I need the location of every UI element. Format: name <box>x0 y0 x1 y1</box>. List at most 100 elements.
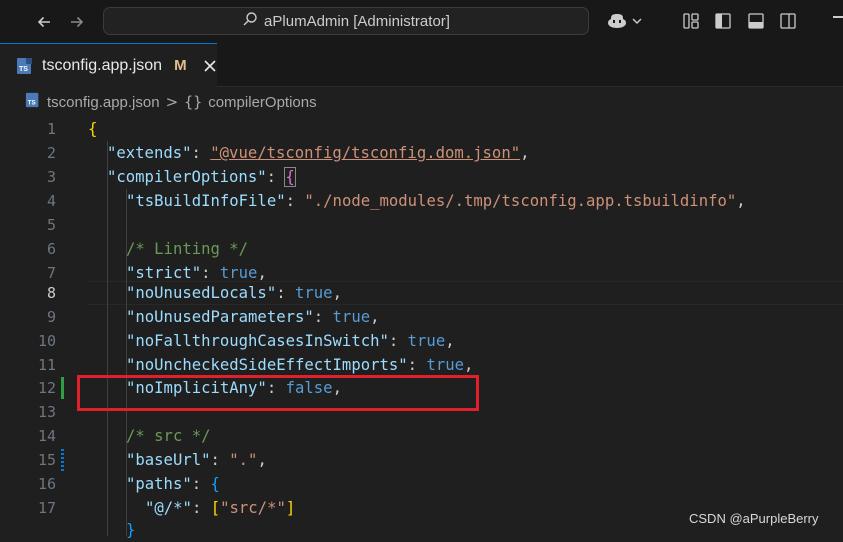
modified-indicator: M <box>174 57 187 74</box>
token-boolean: true <box>332 308 371 326</box>
token-key: "noUnusedLocals" <box>126 284 277 302</box>
token-brace: { <box>210 475 220 493</box>
code-line: "extends": "@vue/tsconfig/tsconfig.dom.j… <box>107 141 529 165</box>
token-key: "noFallthroughCasesInSwitch" <box>126 332 389 350</box>
token-key: "tsBuildInfoFile" <box>126 192 286 210</box>
line-number-gutter: 1 2 3 4 5 6 7 8 9 10 11 12 13 14 15 16 1… <box>0 117 64 536</box>
customize-layout-icon[interactable] <box>678 8 704 34</box>
token-key: "compilerOptions" <box>107 168 267 186</box>
git-added-marker[interactable] <box>61 377 64 399</box>
code-line: "noUnusedParameters": true, <box>126 305 380 329</box>
token-colon: : <box>388 332 408 350</box>
line-number: 9 <box>46 308 56 326</box>
line-number: 2 <box>46 144 56 162</box>
toggle-secondary-sidebar-icon[interactable] <box>775 8 801 34</box>
line-number: 14 <box>37 427 56 445</box>
token-bracket: ] <box>285 499 296 517</box>
token-comma: , <box>332 284 342 302</box>
token-colon: : <box>313 308 333 326</box>
indent-guide <box>107 141 108 536</box>
token-comma: , <box>464 356 474 374</box>
token-boolean: true <box>219 264 258 282</box>
token-colon: : <box>201 264 220 282</box>
token-colon: : <box>266 168 286 186</box>
code-line: /* src */ <box>126 424 211 448</box>
token-link-string[interactable]: "@vue/tsconfig/tsconfig.dom.json" <box>210 144 520 162</box>
command-center-search[interactable]: aPlumAdmin [Administrator] <box>103 7 589 35</box>
token-comma: , <box>520 144 530 162</box>
breadcrumb: TS tsconfig.app.json > {} compilerOption… <box>0 87 843 117</box>
token-key: "strict" <box>126 264 202 282</box>
arrow-left-icon[interactable] <box>30 8 58 36</box>
copilot-icon[interactable] <box>604 8 630 34</box>
code-line: "compilerOptions": { <box>107 165 296 189</box>
token-bracket: [ <box>210 499 221 517</box>
code-line: "@/*": ["src/*"] <box>145 496 295 520</box>
token-colon: : <box>191 144 211 162</box>
code-line: } <box>126 518 135 542</box>
code-line: /* Linting */ <box>126 237 248 261</box>
token-key: "noUnusedParameters" <box>126 308 314 326</box>
code-editor[interactable]: 1 2 3 4 5 6 7 8 9 10 11 12 13 14 15 16 1… <box>0 117 843 539</box>
line-number: 3 <box>46 168 56 186</box>
token-comma: , <box>257 451 267 469</box>
watermark: CSDN @aPurpleBerry <box>689 511 819 526</box>
token-brace: { <box>284 167 296 187</box>
token-colon: : <box>285 192 305 210</box>
toggle-primary-sidebar-icon[interactable] <box>710 8 736 34</box>
title-bar: aPlumAdmin [Administrator] <box>0 0 843 43</box>
line-number: 15 <box>37 451 56 469</box>
token-colon: : <box>276 284 295 302</box>
line-number: 4 <box>46 192 56 210</box>
token-comma: , <box>370 308 380 326</box>
token-comma: , <box>257 264 267 282</box>
copilot-menu[interactable] <box>604 8 644 34</box>
token-comment: /* Linting */ <box>126 240 249 258</box>
token-key: "extends" <box>107 144 192 162</box>
code-line: "noUnusedLocals": true, <box>126 281 342 305</box>
token-colon: : <box>407 356 427 374</box>
code-line: { <box>88 117 97 141</box>
token-string: "." <box>229 451 258 469</box>
token-brace: { <box>88 120 98 138</box>
token-comment: /* src */ <box>126 427 211 445</box>
token-colon: : <box>210 451 230 469</box>
ts-config-file-icon: TS <box>16 57 34 75</box>
line-number: 5 <box>46 216 56 234</box>
code-line: "paths": { <box>126 472 220 496</box>
token-boolean: true <box>295 284 333 302</box>
ts-config-file-icon: TS <box>25 92 41 112</box>
arrow-right-icon[interactable] <box>63 8 91 36</box>
chevron-down-icon[interactable] <box>630 8 644 34</box>
token-brace: } <box>126 521 136 539</box>
token-colon: : <box>191 475 211 493</box>
annotation-highlight-box <box>77 375 479 411</box>
chevron-right-icon: > <box>165 93 179 111</box>
line-number: 16 <box>37 475 56 493</box>
line-number: 10 <box>37 332 56 350</box>
editor-tab-bar: TS tsconfig.app.json M <box>0 43 843 87</box>
search-icon <box>242 11 258 31</box>
close-icon[interactable] <box>203 56 217 76</box>
tab-tsconfig-app-json[interactable]: TS tsconfig.app.json M <box>0 43 217 87</box>
token-key: "@/*" <box>145 499 192 517</box>
svg-text:TS: TS <box>19 66 28 73</box>
breadcrumb-symbol[interactable]: compilerOptions <box>208 94 316 111</box>
token-boolean: true <box>407 332 446 350</box>
breadcrumb-file[interactable]: tsconfig.app.json <box>47 94 160 111</box>
object-symbol-icon: {} <box>184 93 203 111</box>
git-modified-marker[interactable] <box>61 449 64 471</box>
token-comma: , <box>736 192 746 210</box>
token-colon: : <box>191 499 211 517</box>
line-number: 11 <box>37 356 56 374</box>
token-key: "paths" <box>126 475 192 493</box>
line-number-active: 8 <box>46 284 56 302</box>
code-line: "baseUrl": ".", <box>126 448 267 472</box>
token-comma: , <box>445 332 455 350</box>
line-number: 12 <box>37 379 56 397</box>
toggle-panel-icon[interactable] <box>743 8 769 34</box>
window-minimize-icon[interactable] <box>833 16 843 18</box>
token-string: "./node_modules/.tmp/tsconfig.app.tsbuil… <box>304 192 737 210</box>
token-string: "src/*" <box>220 499 286 517</box>
line-number: 17 <box>37 499 56 517</box>
